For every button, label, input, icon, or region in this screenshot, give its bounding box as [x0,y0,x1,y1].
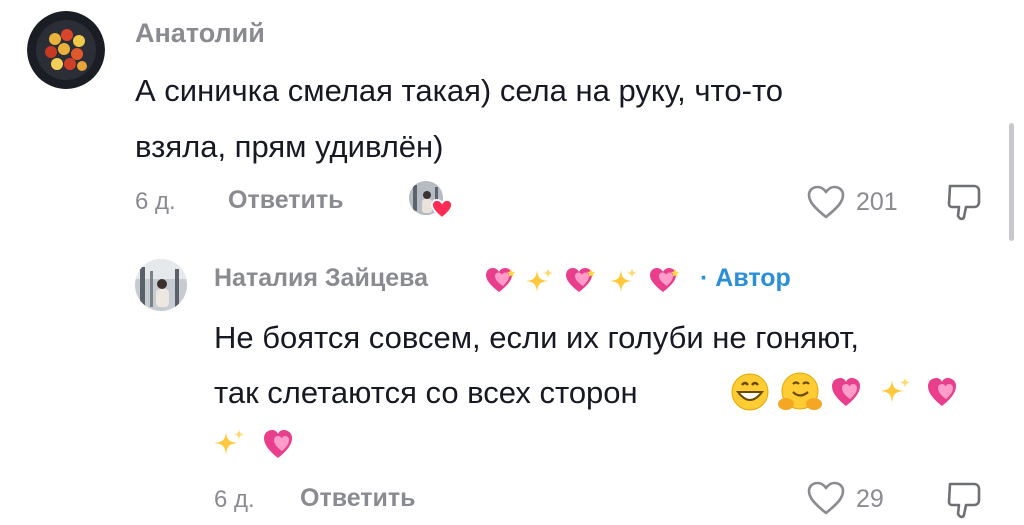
comment-text-line-1: А синичка смелая такая) села на руку, чт… [135,73,784,108]
creator-liked-badge [409,181,455,221]
comment-like-count: 201 [856,188,898,216]
heart-outline-icon[interactable] [806,480,846,516]
scrollbar[interactable] [1009,123,1014,241]
reply-reply-button[interactable]: Ответить [300,484,416,513]
commenter-avatar[interactable] [27,11,105,89]
author-name-emojis [483,262,693,298]
comment-dislike-button[interactable] [946,182,984,222]
author-avatar[interactable] [135,259,187,311]
reply-time: 6 д. [214,486,255,513]
hugging-face-icon [778,372,822,410]
reply-author-name[interactable]: Наталия Зайцева [214,264,428,293]
reply-text-line-2: так слетаются со всех сторон [214,375,638,410]
reply-like-button[interactable]: 29 [806,480,906,516]
reply-text-line-1: Не боятся совсем, если их голуби не гоня… [214,320,859,355]
reply-dislike-button[interactable] [946,480,984,520]
commenter-name[interactable]: Анатолий [135,18,265,49]
heart-badge-icon [431,199,453,219]
comment-like-button[interactable]: 201 [806,183,906,219]
author-badge: · Автор [700,264,791,292]
grinning-face-icon [731,373,769,411]
dislike-icon[interactable] [946,480,984,520]
reply-emojis-line-2 [730,370,970,414]
comment-text-line-2: взяла, прям удивлён) [135,129,444,164]
heart-outline-icon[interactable] [806,184,846,220]
reply-like-count: 29 [856,485,884,513]
reply-emojis-line-3 [212,422,312,464]
dislike-icon[interactable] [946,182,984,222]
comment-time: 6 д. [135,188,176,215]
comment-reply-button[interactable]: Ответить [228,186,344,215]
